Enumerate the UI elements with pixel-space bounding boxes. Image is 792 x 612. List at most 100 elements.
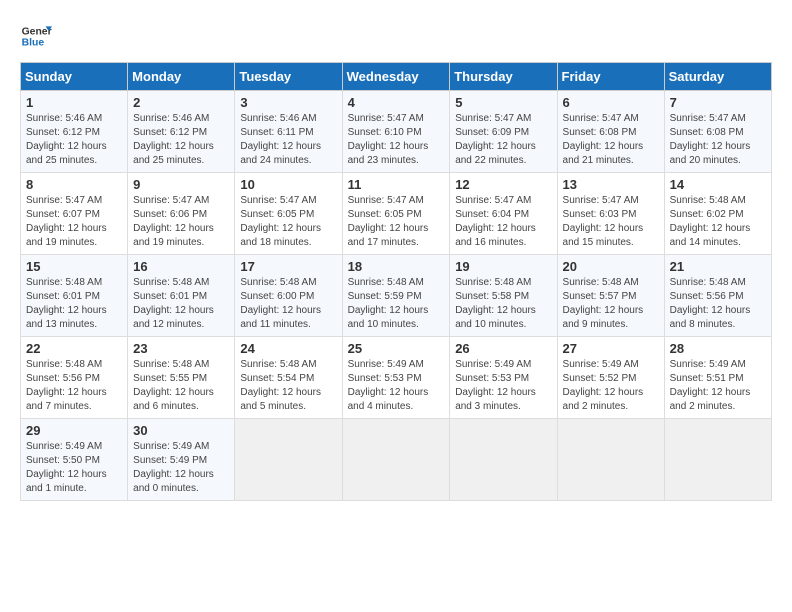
day-header-monday: Monday xyxy=(128,63,235,91)
day-info: Sunrise: 5:47 AM Sunset: 6:10 PM Dayligh… xyxy=(348,112,445,168)
day-header-sunday: Sunday xyxy=(21,63,128,91)
calendar-cell: 11 Sunrise: 5:47 AM Sunset: 6:05 PM Dayli… xyxy=(342,173,450,255)
day-number: 28 xyxy=(670,341,766,356)
calendar-cell: 20 Sunrise: 5:48 AM Sunset: 5:57 PM Dayli… xyxy=(557,255,664,337)
day-info: Sunrise: 5:48 AM Sunset: 5:56 PM Dayligh… xyxy=(670,276,766,332)
day-info: Sunrise: 5:47 AM Sunset: 6:08 PM Dayligh… xyxy=(670,112,766,168)
day-number: 29 xyxy=(26,423,122,438)
calendar-week-4: 22 Sunrise: 5:48 AM Sunset: 5:56 PM Dayli… xyxy=(21,337,772,419)
calendar-cell xyxy=(557,419,664,501)
day-info: Sunrise: 5:48 AM Sunset: 5:58 PM Dayligh… xyxy=(455,276,551,332)
day-info: Sunrise: 5:48 AM Sunset: 6:00 PM Dayligh… xyxy=(240,276,336,332)
calendar-cell: 18Sunrise: 5:48 AM Sunset: 5:59 PM Dayli… xyxy=(342,255,450,337)
day-info: Sunrise: 5:49 AM Sunset: 5:52 PM Dayligh… xyxy=(563,358,659,414)
day-info: Sunrise: 5:47 AM Sunset: 6:08 PM Dayligh… xyxy=(563,112,659,168)
calendar-body: 1 Sunrise: 5:46 AM Sunset: 6:12 PM Daylig… xyxy=(21,91,772,501)
day-info: Sunrise: 5:49 AM Sunset: 5:51 PM Dayligh… xyxy=(670,358,766,414)
day-info: Sunrise: 5:48 AM Sunset: 5:59 PM Dayligh… xyxy=(348,276,445,332)
day-header-wednesday: Wednesday xyxy=(342,63,450,91)
logo: General Blue xyxy=(20,20,52,52)
day-info: Sunrise: 5:46 AM Sunset: 6:12 PM Dayligh… xyxy=(133,112,229,168)
day-number: 6 xyxy=(563,95,659,110)
day-info: Sunrise: 5:48 AM Sunset: 6:02 PM Dayligh… xyxy=(670,194,766,250)
day-number: 20 xyxy=(563,259,659,274)
day-info: Sunrise: 5:47 AM Sunset: 6:07 PM Dayligh… xyxy=(26,194,122,250)
day-header-thursday: Thursday xyxy=(450,63,557,91)
calendar-cell: 6 Sunrise: 5:47 AM Sunset: 6:08 PM Daylig… xyxy=(557,91,664,173)
calendar-cell: 26Sunrise: 5:49 AM Sunset: 5:53 PM Dayli… xyxy=(450,337,557,419)
calendar-week-2: 8Sunrise: 5:47 AM Sunset: 6:07 PM Daylig… xyxy=(21,173,772,255)
calendar-cell: 23Sunrise: 5:48 AM Sunset: 5:55 PM Dayli… xyxy=(128,337,235,419)
calendar-cell xyxy=(450,419,557,501)
svg-text:Blue: Blue xyxy=(22,38,45,49)
day-info: Sunrise: 5:47 AM Sunset: 6:06 PM Dayligh… xyxy=(133,194,229,250)
day-number: 27 xyxy=(563,341,659,356)
day-number: 10 xyxy=(240,177,336,192)
day-number: 17 xyxy=(240,259,336,274)
day-info: Sunrise: 5:48 AM Sunset: 5:56 PM Dayligh… xyxy=(26,358,122,414)
calendar-cell: 3 Sunrise: 5:46 AM Sunset: 6:11 PM Daylig… xyxy=(235,91,342,173)
day-info: Sunrise: 5:46 AM Sunset: 6:11 PM Dayligh… xyxy=(240,112,336,168)
day-info: Sunrise: 5:49 AM Sunset: 5:53 PM Dayligh… xyxy=(348,358,445,414)
calendar-cell: 30 Sunrise: 5:49 AM Sunset: 5:49 PM Dayli… xyxy=(128,419,235,501)
calendar-cell: 17 Sunrise: 5:48 AM Sunset: 6:00 PM Dayli… xyxy=(235,255,342,337)
day-number: 12 xyxy=(455,177,551,192)
calendar-cell: 19 Sunrise: 5:48 AM Sunset: 5:58 PM Dayli… xyxy=(450,255,557,337)
calendar-week-5: 29 Sunrise: 5:49 AM Sunset: 5:50 PM Dayli… xyxy=(21,419,772,501)
day-number: 19 xyxy=(455,259,551,274)
day-info: Sunrise: 5:47 AM Sunset: 6:05 PM Dayligh… xyxy=(348,194,445,250)
calendar-cell: 24Sunrise: 5:48 AM Sunset: 5:54 PM Dayli… xyxy=(235,337,342,419)
day-number: 24 xyxy=(240,341,336,356)
day-info: Sunrise: 5:46 AM Sunset: 6:12 PM Dayligh… xyxy=(26,112,122,168)
day-number: 7 xyxy=(670,95,766,110)
calendar-cell: 21 Sunrise: 5:48 AM Sunset: 5:56 PM Dayli… xyxy=(664,255,771,337)
calendar-week-3: 15 Sunrise: 5:48 AM Sunset: 6:01 PM Dayli… xyxy=(21,255,772,337)
day-header-friday: Friday xyxy=(557,63,664,91)
day-info: Sunrise: 5:47 AM Sunset: 6:05 PM Dayligh… xyxy=(240,194,336,250)
calendar-cell xyxy=(664,419,771,501)
day-number: 25 xyxy=(348,341,445,356)
day-number: 9 xyxy=(133,177,229,192)
calendar-cell: 14 Sunrise: 5:48 AM Sunset: 6:02 PM Dayli… xyxy=(664,173,771,255)
day-number: 11 xyxy=(348,177,445,192)
day-number: 22 xyxy=(26,341,122,356)
calendar-cell xyxy=(235,419,342,501)
day-number: 4 xyxy=(348,95,445,110)
calendar-cell: 2 Sunrise: 5:46 AM Sunset: 6:12 PM Daylig… xyxy=(128,91,235,173)
day-info: Sunrise: 5:48 AM Sunset: 5:57 PM Dayligh… xyxy=(563,276,659,332)
calendar-cell: 16 Sunrise: 5:48 AM Sunset: 6:01 PM Dayli… xyxy=(128,255,235,337)
day-number: 5 xyxy=(455,95,551,110)
day-number: 26 xyxy=(455,341,551,356)
day-number: 21 xyxy=(670,259,766,274)
logo-icon: General Blue xyxy=(20,20,52,52)
day-info: Sunrise: 5:47 AM Sunset: 6:04 PM Dayligh… xyxy=(455,194,551,250)
day-number: 1 xyxy=(26,95,122,110)
calendar-cell: 10 Sunrise: 5:47 AM Sunset: 6:05 PM Dayli… xyxy=(235,173,342,255)
calendar-cell: 1 Sunrise: 5:46 AM Sunset: 6:12 PM Daylig… xyxy=(21,91,128,173)
day-info: Sunrise: 5:47 AM Sunset: 6:09 PM Dayligh… xyxy=(455,112,551,168)
calendar-cell: 27 Sunrise: 5:49 AM Sunset: 5:52 PM Dayli… xyxy=(557,337,664,419)
page-header: General Blue xyxy=(20,20,772,52)
day-number: 16 xyxy=(133,259,229,274)
day-header-saturday: Saturday xyxy=(664,63,771,91)
calendar-cell: 5 Sunrise: 5:47 AM Sunset: 6:09 PM Daylig… xyxy=(450,91,557,173)
day-info: Sunrise: 5:48 AM Sunset: 6:01 PM Dayligh… xyxy=(133,276,229,332)
day-number: 3 xyxy=(240,95,336,110)
calendar-cell: 8Sunrise: 5:47 AM Sunset: 6:07 PM Daylig… xyxy=(21,173,128,255)
calendar-cell: 7 Sunrise: 5:47 AM Sunset: 6:08 PM Daylig… xyxy=(664,91,771,173)
calendar-cell: 22 Sunrise: 5:48 AM Sunset: 5:56 PM Dayli… xyxy=(21,337,128,419)
calendar-cell xyxy=(342,419,450,501)
day-number: 14 xyxy=(670,177,766,192)
calendar-cell: 15Sunrise: 5:48 AM Sunset: 6:01 PM Dayli… xyxy=(21,255,128,337)
day-number: 13 xyxy=(563,177,659,192)
day-number: 15 xyxy=(26,259,122,274)
calendar-header-row: SundayMondayTuesdayWednesdayThursdayFrid… xyxy=(21,63,772,91)
calendar-cell: 4 Sunrise: 5:47 AM Sunset: 6:10 PM Daylig… xyxy=(342,91,450,173)
calendar-cell: 29 Sunrise: 5:49 AM Sunset: 5:50 PM Dayli… xyxy=(21,419,128,501)
day-info: Sunrise: 5:49 AM Sunset: 5:49 PM Dayligh… xyxy=(133,440,229,496)
calendar-table: SundayMondayTuesdayWednesdayThursdayFrid… xyxy=(20,62,772,501)
day-info: Sunrise: 5:49 AM Sunset: 5:50 PM Dayligh… xyxy=(26,440,122,496)
day-number: 2 xyxy=(133,95,229,110)
day-info: Sunrise: 5:47 AM Sunset: 6:03 PM Dayligh… xyxy=(563,194,659,250)
day-number: 30 xyxy=(133,423,229,438)
